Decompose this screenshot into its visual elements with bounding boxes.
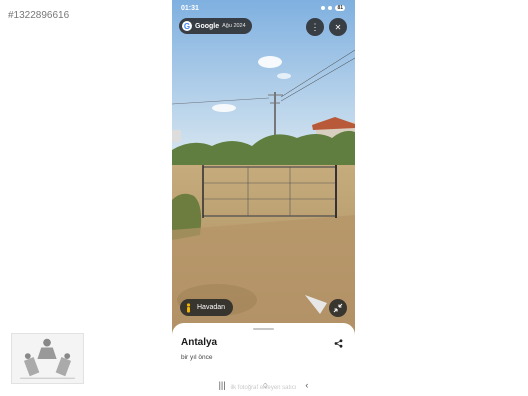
google-logo-icon: G (182, 21, 192, 31)
person-icon (186, 302, 191, 312)
status-icons: 81 (321, 5, 345, 11)
share-icon (334, 338, 342, 348)
place-time-ago: bir yıl önce (181, 354, 213, 361)
street-view-photo[interactable] (172, 0, 355, 335)
sheet-drag-handle[interactable] (253, 328, 274, 330)
place-name: Antalya (181, 337, 218, 348)
thumbnail-logo[interactable] (11, 333, 84, 384)
share-button[interactable] (330, 335, 346, 351)
seller-watermark: ilk fotoğraf ekleyen satıcı (230, 385, 297, 391)
phone-screenshot: 01:31 81 G Google Ağu 2024 ⋮ ✕ Havadan A… (172, 0, 355, 396)
close-icon: ✕ (334, 22, 342, 32)
collapse-button[interactable] (329, 299, 347, 317)
signal-icon (328, 6, 333, 10)
aerial-view-button[interactable]: Havadan (180, 299, 234, 316)
listing-id: #1322896616 (8, 10, 70, 21)
chip-brand: Google (195, 22, 220, 30)
status-time: 01:31 (181, 5, 199, 12)
more-vertical-icon: ⋮ (310, 21, 320, 32)
chip-date: Ağu 2024 (222, 23, 246, 29)
collapse-arrows-icon (333, 303, 343, 313)
more-options-button[interactable]: ⋮ (306, 18, 324, 36)
aerial-view-label: Havadan (197, 304, 226, 311)
location-icon (321, 6, 326, 10)
battery-icon: 81 (335, 5, 345, 11)
close-button[interactable]: ✕ (329, 18, 347, 36)
google-attribution-chip[interactable]: G Google Ağu 2024 (179, 18, 252, 34)
